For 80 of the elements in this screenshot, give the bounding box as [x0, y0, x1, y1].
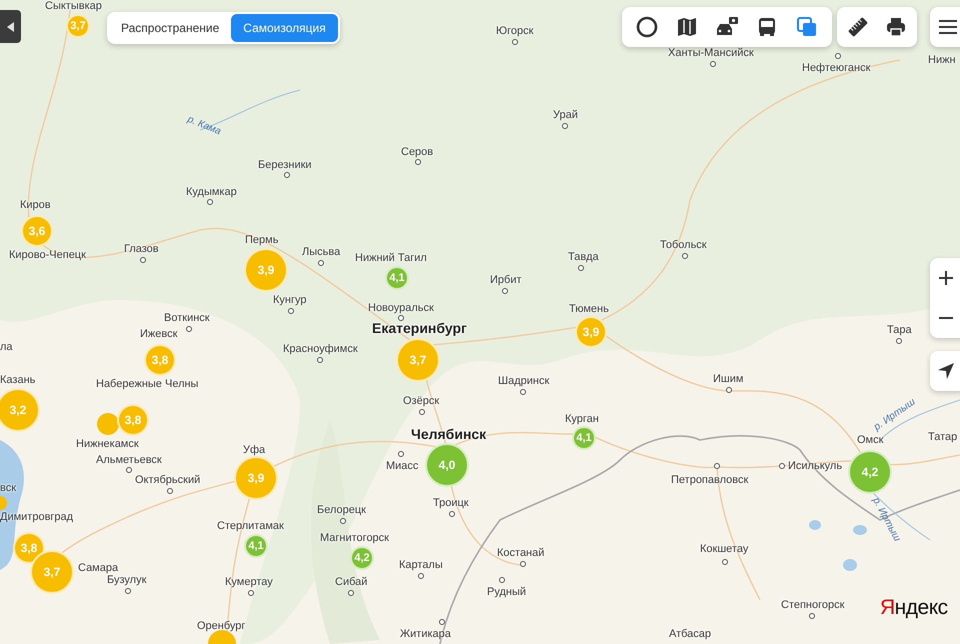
city-label: Набережные Челны: [96, 378, 198, 390]
city-label: Березники: [258, 159, 312, 171]
river-label: р. Кама: [186, 114, 222, 138]
minus-icon: [939, 317, 953, 319]
city-label: Кокшетау: [700, 543, 748, 555]
triangle-left-icon: [6, 22, 14, 32]
city-label: вск: [0, 482, 16, 494]
city-label: Оренбург: [197, 620, 246, 632]
city-label: Урай: [553, 109, 578, 121]
city-label: Ишим: [713, 373, 744, 385]
city-label: Белорецк: [317, 504, 366, 516]
city-label: Тобольск: [660, 239, 707, 251]
city-label: Екатеринбург: [372, 320, 467, 336]
city-label: Сыктывкар: [45, 0, 102, 12]
city-label: Татар: [928, 431, 958, 443]
city-dot: [415, 159, 421, 165]
city-label: Омск: [857, 434, 884, 446]
city-label: Карталы: [399, 559, 443, 571]
mode-tab[interactable]: Распространение: [109, 14, 232, 42]
city-label: Пермь: [245, 234, 278, 246]
map-icon: [676, 16, 698, 38]
locate-button[interactable]: [930, 351, 960, 391]
car-camera-icon: [715, 16, 739, 38]
city-label: Ижевск: [140, 328, 178, 340]
bus-icon: [756, 16, 778, 38]
city-label: Магнитогорск: [320, 532, 389, 544]
city-label: Костанай: [497, 547, 544, 559]
city-label: Нижнекамск: [76, 438, 139, 450]
city-label: Ирбит: [490, 274, 522, 286]
city-label: Нижн: [928, 54, 956, 66]
city-label: Сибай: [335, 576, 368, 588]
city-label: Атбасар: [669, 628, 712, 640]
city-label: Стерлитамак: [217, 520, 284, 532]
city-label: Рудный: [487, 586, 526, 598]
city-label: Кумертау: [225, 576, 273, 588]
city-label: Исилькуль: [788, 460, 842, 472]
city-label: ла: [0, 341, 13, 353]
city-label: Уфа: [243, 444, 266, 456]
city-label: Озёрск: [403, 395, 440, 407]
yandex-logo: Яндекс: [880, 596, 948, 620]
city-label: Челябинск: [411, 426, 486, 442]
arrow-pointer-icon: [937, 362, 955, 380]
city-label: Ханты-Мансийск: [668, 47, 754, 59]
city-label: Курган: [565, 413, 599, 425]
menu-button[interactable]: [930, 7, 960, 47]
city-label: Югорск: [496, 25, 534, 37]
city-label: Альметьевск: [96, 454, 162, 466]
city-label: Тавда: [568, 251, 599, 263]
city-label: Нефтеюганск: [802, 62, 870, 74]
mode-tab[interactable]: Самоизоляция: [231, 14, 338, 42]
city-label: Димитровград: [0, 511, 74, 523]
city-label: Новоуральск: [368, 302, 434, 314]
city-label: Житикара: [400, 628, 451, 640]
plus-icon: [939, 271, 953, 285]
city-label: Степногорск: [781, 599, 844, 611]
printer-icon: [885, 16, 907, 38]
city-label: Казань: [0, 374, 36, 386]
city-label: Нижний Тагил: [355, 252, 427, 264]
city-label: Кудымкар: [186, 186, 237, 198]
layers-icon: [796, 16, 818, 38]
city-label: Октябрьский: [135, 474, 200, 486]
panel-toggle-button[interactable]: [0, 10, 21, 43]
city-label: Петропавловск: [671, 474, 748, 486]
city-label: Кунгур: [273, 294, 306, 306]
city-label: Бузулук: [107, 574, 146, 586]
city-label: Троицк: [433, 497, 469, 509]
city-label: Серов: [401, 146, 434, 158]
menu-icon: [938, 19, 958, 35]
city-label: Самара: [78, 562, 118, 574]
city-label: Тюмень: [569, 303, 609, 315]
city-label: Лысьва: [302, 246, 340, 258]
city-label: Глазов: [124, 243, 159, 255]
city-label: Шадринск: [498, 375, 550, 387]
city-label: Красноуфимск: [283, 343, 358, 355]
city-label: Тара: [887, 324, 912, 336]
ring-icon: [636, 16, 658, 38]
city-label: Воткинск: [164, 312, 210, 324]
city-label: Миасс: [386, 460, 418, 472]
city-label: Кирово-Чепецк: [9, 249, 86, 261]
city-label: Киров: [20, 199, 51, 211]
